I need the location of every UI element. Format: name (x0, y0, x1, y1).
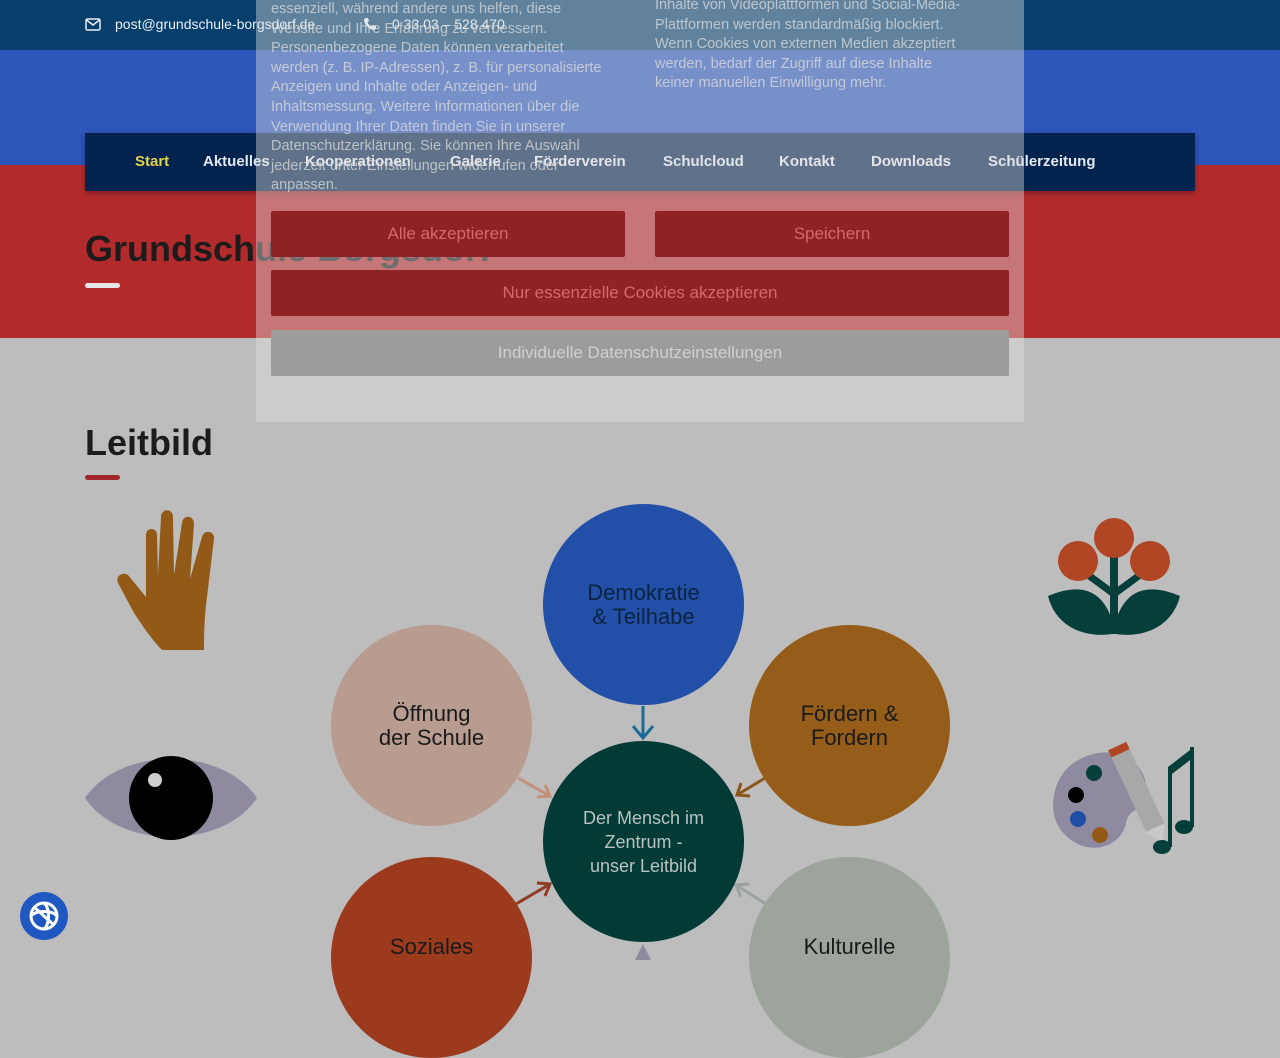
circle-foerdern: Fördern & Fordern (749, 625, 950, 826)
privacy-settings-icon (22, 894, 66, 938)
circle-soziales: Soziales (331, 857, 532, 1058)
flower-icon (1048, 518, 1180, 635)
privacy-settings-button[interactable] (20, 892, 68, 940)
save-button[interactable]: Speichern (655, 211, 1009, 257)
circle-oeffnung: Öffnung der Schule (331, 625, 532, 826)
cookie-footer-links[interactable]: Cookie-Details | Datenschutzerklärung | … (271, 392, 1009, 404)
eye-icon (85, 756, 257, 840)
essential-only-button[interactable]: Nur essenzielle Cookies akzeptieren (271, 270, 1009, 316)
cookie-description-text: essenziell, während andere uns helfen, d… (271, 1, 602, 194)
cookie-external-media-text: Inhalte von Videoplattformen und Social-… (655, 0, 961, 92)
accept-all-button[interactable]: Alle akzeptieren (271, 211, 625, 257)
hand-icon (117, 510, 215, 650)
palette-music-icon (1053, 741, 1194, 854)
circle-zentrum: Der Mensch im Zentrum - unser Leitbild (543, 741, 744, 942)
individual-settings-button[interactable]: Individuelle Datenschutzeinstellungen (271, 330, 1009, 376)
circle-kulturelle: Kulturelle (749, 857, 950, 1058)
circle-demokratie: Demokratie & Teilhabe (543, 504, 744, 705)
